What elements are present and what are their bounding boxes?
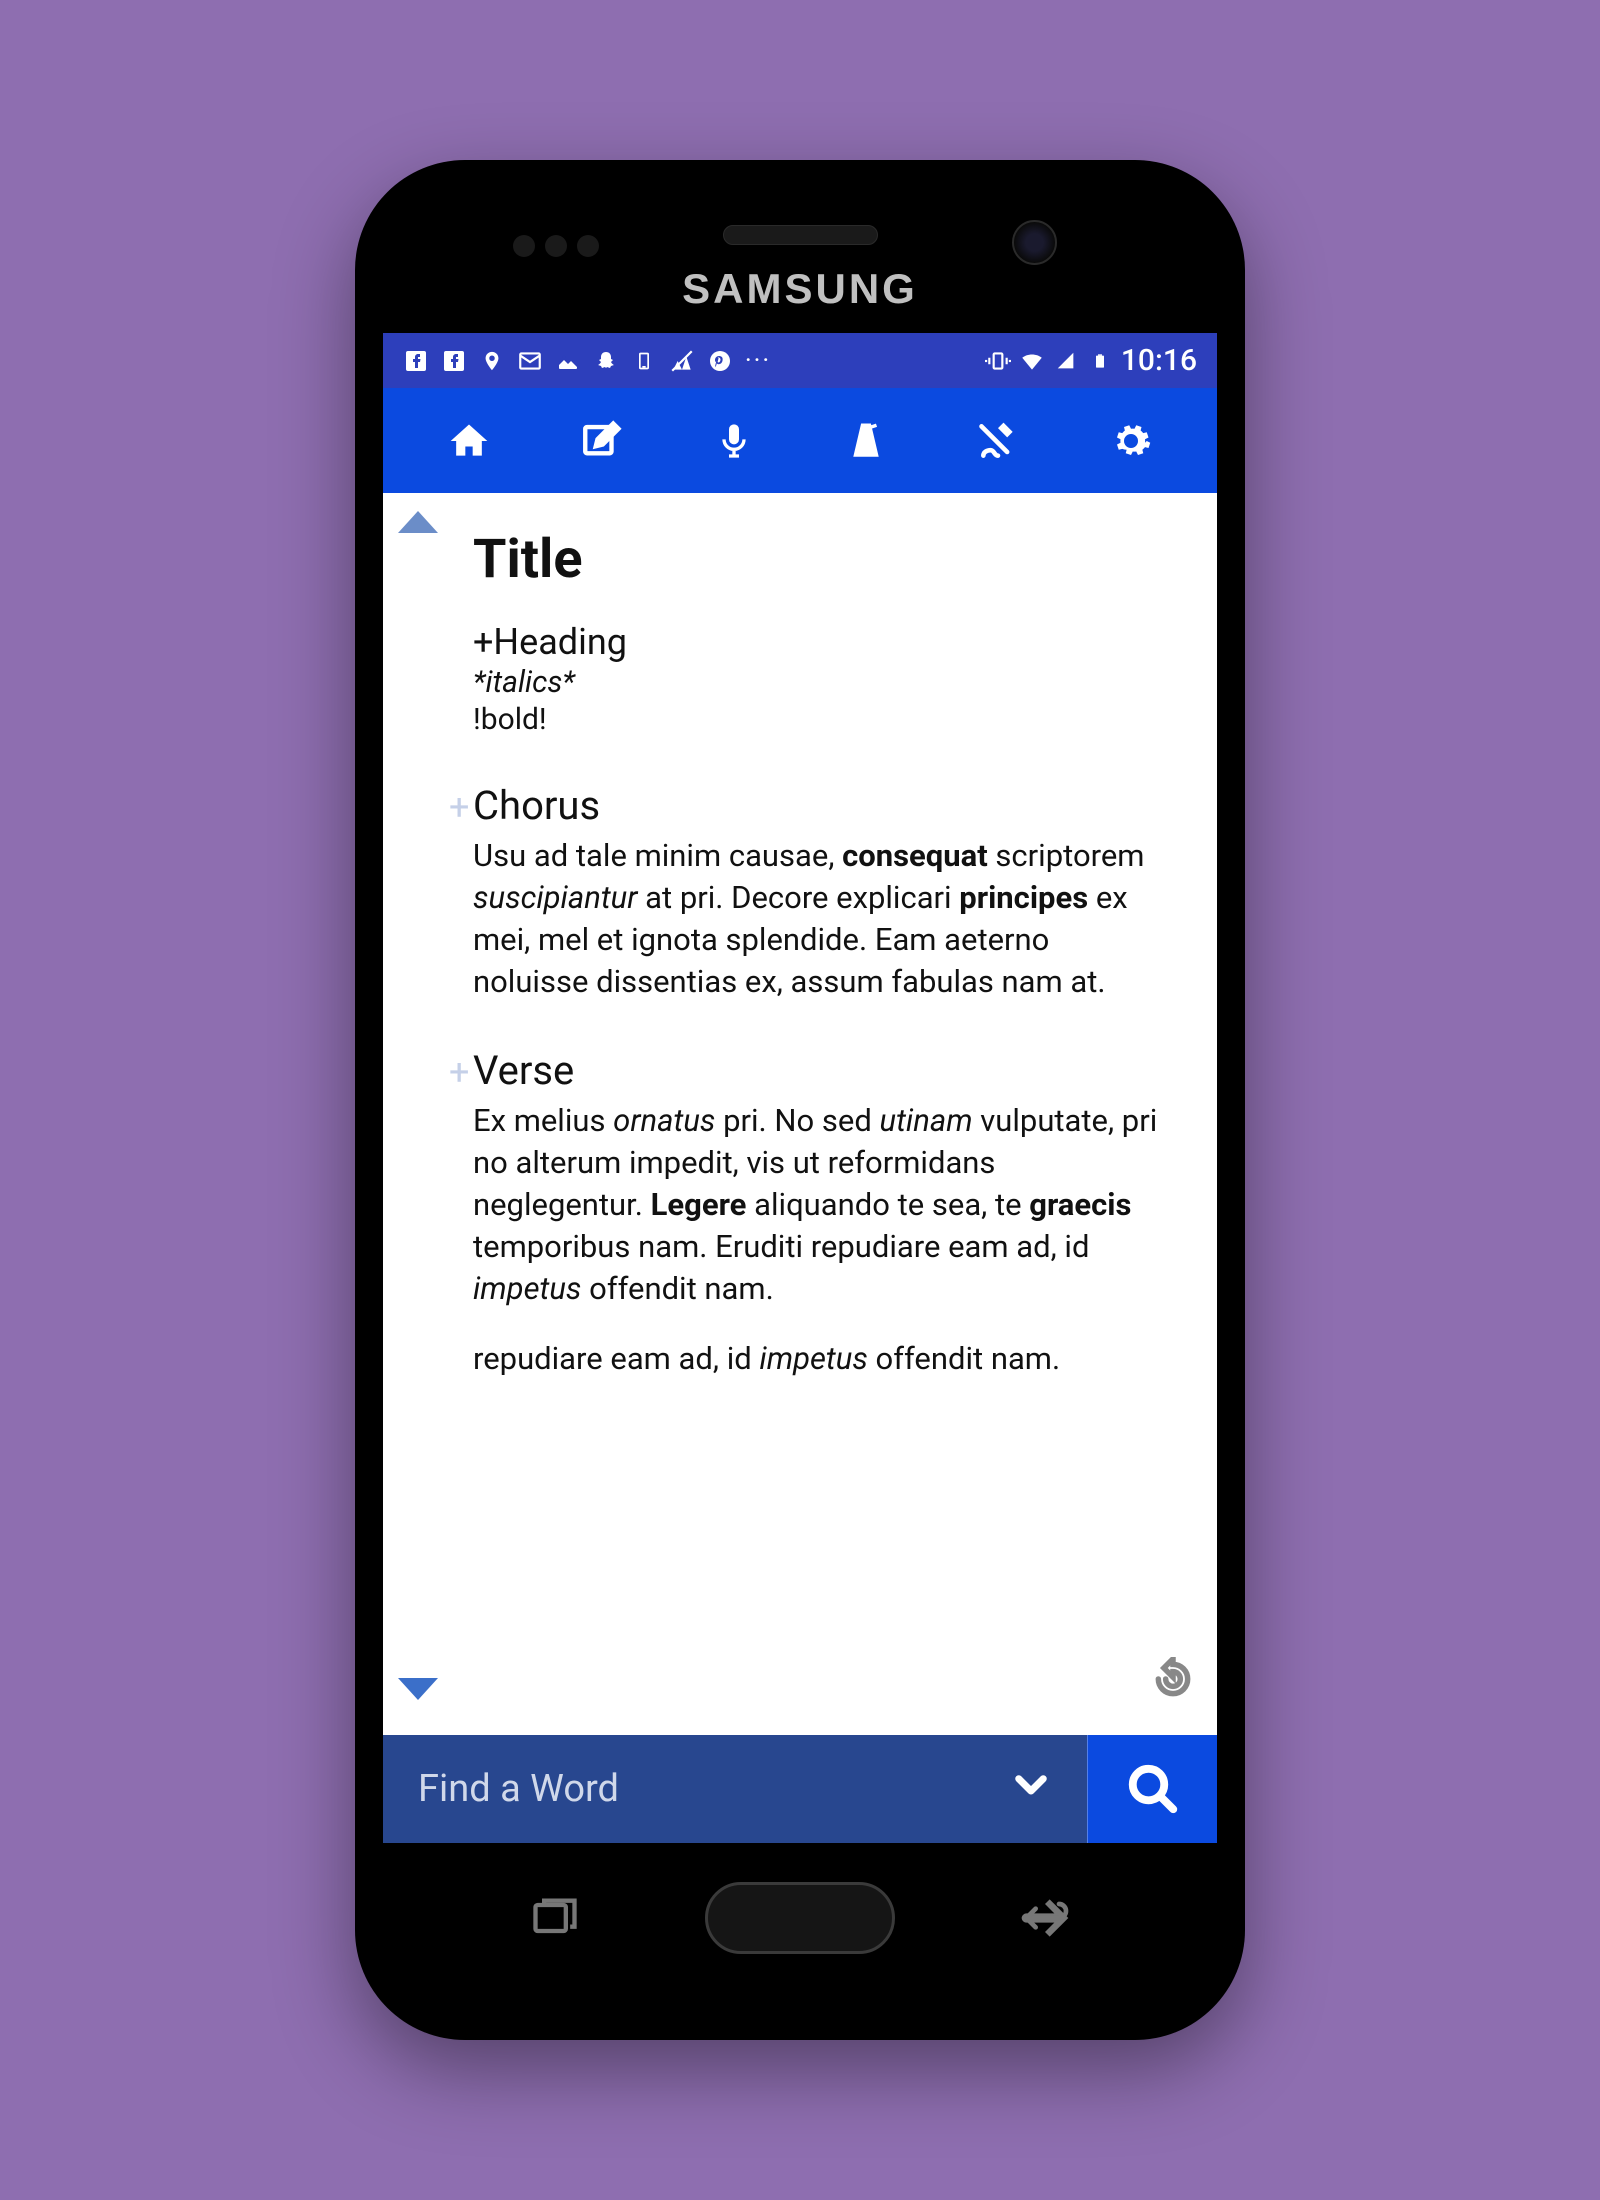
microphone-button[interactable] (704, 411, 764, 471)
italics-example: *italics* (473, 665, 1167, 700)
search-bar: Find a Word (383, 1735, 1217, 1843)
section-heading: + Chorus (473, 782, 1167, 829)
chevron-down-icon[interactable] (1010, 1763, 1052, 1815)
editor-content[interactable]: Title +Heading *italics* !bold! + Chorus… (383, 493, 1217, 1735)
plus-icon: + (449, 786, 469, 828)
snapchat-icon (593, 348, 619, 374)
device-brand: SAMSUNG (383, 265, 1217, 333)
overflow-text: repudiare eam ad, id impetus offendit na… (473, 1338, 1167, 1380)
home-button[interactable] (439, 411, 499, 471)
heading-example: +Heading (473, 621, 1167, 663)
more-icon: ··· (745, 348, 771, 374)
document-title: Title (473, 528, 1167, 591)
status-bar: ··· 10:16 (383, 333, 1217, 388)
phone-top-hardware (383, 190, 1217, 265)
signal-icon (1053, 348, 1079, 374)
draw-button[interactable] (968, 411, 1028, 471)
section-body: Ex melius ornatus pri. No sed utinam vul… (473, 1100, 1167, 1309)
plus-icon: + (449, 1051, 469, 1093)
vibrate-icon (985, 348, 1011, 374)
settings-button[interactable] (1101, 411, 1161, 471)
wifi-icon (1019, 348, 1045, 374)
phone-frame: SAMSUNG ··· (355, 160, 1245, 2040)
section-heading: + Verse (473, 1047, 1167, 1094)
bold-example: !bold! (473, 702, 1167, 737)
section-chorus: + Chorus Usu ad tale minim causae, conse… (473, 782, 1167, 1002)
hardware-nav (383, 1843, 1217, 1963)
facebook-icon (441, 348, 467, 374)
screen: ··· 10:16 (383, 333, 1217, 1843)
battery-icon (1087, 348, 1113, 374)
section-heading-text: Chorus (473, 782, 600, 829)
home-hardware-button[interactable] (705, 1882, 895, 1954)
mail-icon (517, 348, 543, 374)
undo-button[interactable] (1151, 1657, 1199, 1705)
scroll-up-button[interactable] (398, 511, 438, 533)
app-toolbar (383, 388, 1217, 493)
scroll-down-button[interactable] (398, 1678, 438, 1700)
status-time: 10:16 (1121, 343, 1197, 378)
section-body: Usu ad tale minim causae, consequat scri… (473, 835, 1167, 1002)
search-input[interactable]: Find a Word (383, 1735, 1087, 1843)
device-icon (631, 348, 657, 374)
recents-button[interactable] (520, 1883, 590, 1953)
edit-button[interactable] (571, 411, 631, 471)
pinterest-icon (707, 348, 733, 374)
section-heading-text: Verse (473, 1047, 574, 1094)
back-button[interactable] (1010, 1883, 1080, 1953)
search-placeholder: Find a Word (418, 1767, 619, 1811)
section-verse: + Verse Ex melius ornatus pri. No sed ut… (473, 1047, 1167, 1309)
metronome-button[interactable] (836, 411, 896, 471)
no-data-icon (669, 348, 695, 374)
search-button[interactable] (1087, 1735, 1217, 1843)
facebook-icon (403, 348, 429, 374)
photo-icon (555, 348, 581, 374)
phone-inner: SAMSUNG ··· (383, 190, 1217, 2000)
location-icon (479, 348, 505, 374)
